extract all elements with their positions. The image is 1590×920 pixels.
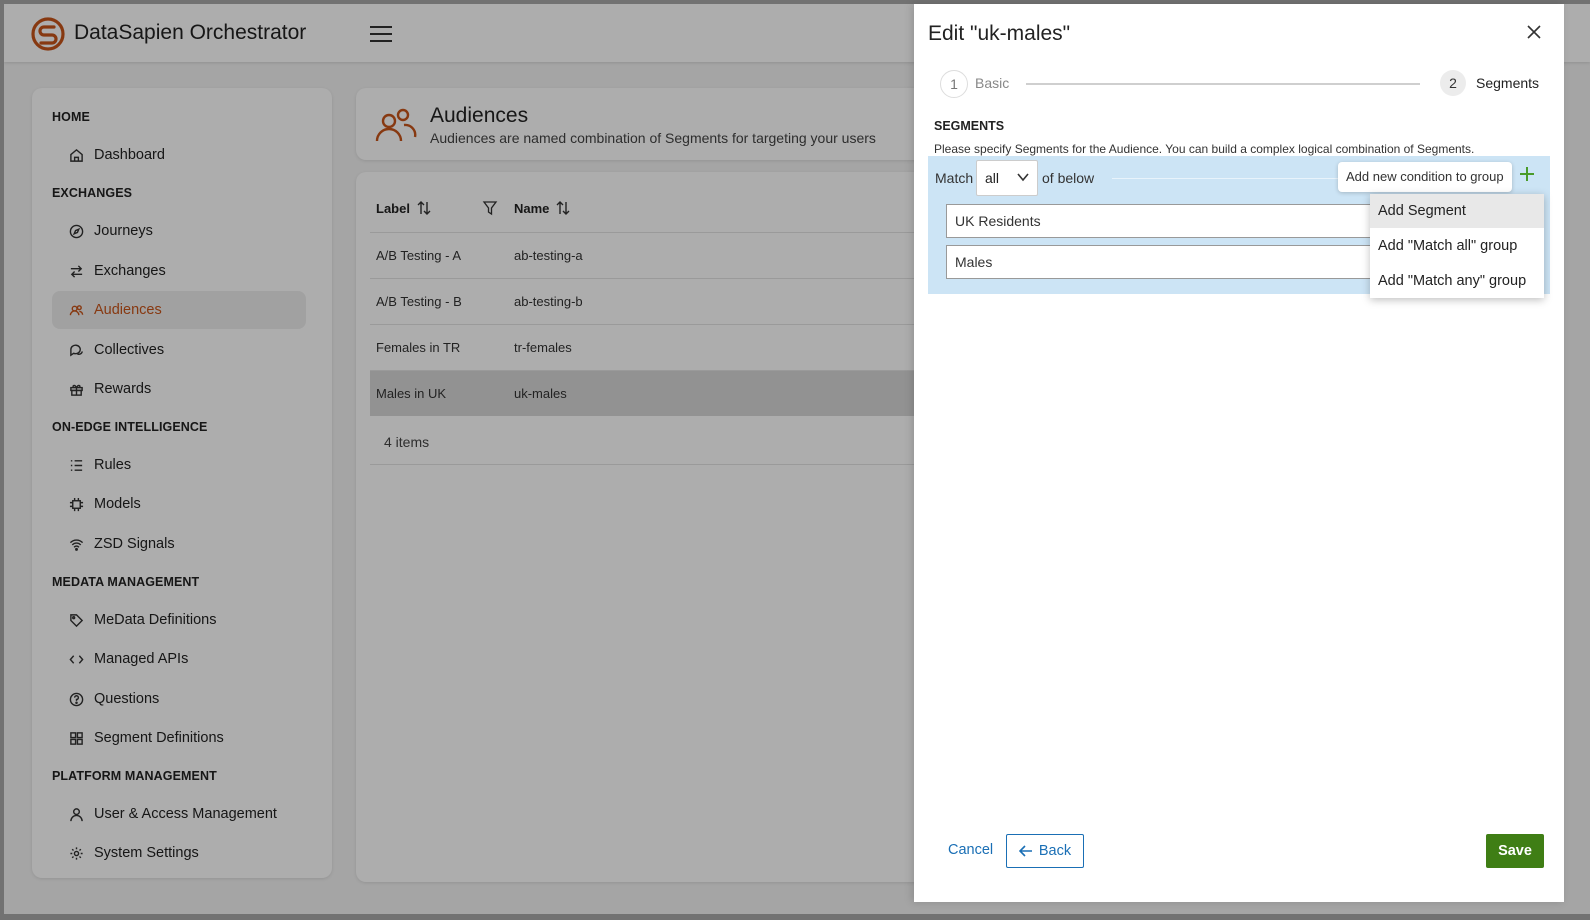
segment-condition-field[interactable]: Males <box>946 245 1388 279</box>
plus-icon <box>1520 167 1534 181</box>
close-icon <box>1527 25 1541 39</box>
arrow-left-icon <box>1018 845 1032 857</box>
match-label: Match <box>935 170 974 186</box>
add-condition-tooltip: Add new condition to group <box>1338 162 1512 192</box>
step-1-circle[interactable]: 1 <box>940 70 968 98</box>
step-connector <box>1026 83 1420 85</box>
segment-condition-value: Males <box>955 254 993 270</box>
edit-audience-panel: Edit "uk-males" 1 Basic 2 Segments SEGME… <box>914 4 1564 902</box>
step-2-label[interactable]: Segments <box>1476 75 1539 91</box>
of-below-label: of below <box>1042 170 1095 186</box>
close-button[interactable] <box>1526 24 1546 44</box>
panel-title: Edit "uk-males" <box>928 22 1071 45</box>
match-select[interactable]: all <box>976 160 1038 196</box>
group-divider <box>1112 178 1352 179</box>
add-condition-button[interactable] <box>1518 165 1540 187</box>
segments-title: SEGMENTS <box>934 119 1005 133</box>
menu-item-add-match-any-group[interactable]: Add "Match any" group <box>1370 264 1544 298</box>
step-1-label[interactable]: Basic <box>975 75 1009 91</box>
cancel-button[interactable]: Cancel <box>948 842 993 858</box>
segment-condition-value: UK Residents <box>955 213 1041 229</box>
segment-condition-field[interactable]: UK Residents <box>946 204 1388 238</box>
chevron-down-icon <box>1017 173 1029 182</box>
menu-item-add-segment[interactable]: Add Segment <box>1370 194 1544 228</box>
back-button-label: Back <box>1038 843 1072 859</box>
add-condition-menu: Add Segment Add "Match all" group Add "M… <box>1370 194 1544 298</box>
step-2-circle[interactable]: 2 <box>1440 70 1466 96</box>
save-button[interactable]: Save <box>1486 834 1544 868</box>
segments-description: Please specify Segments for the Audience… <box>934 142 1475 156</box>
back-button[interactable]: Back <box>1006 834 1084 868</box>
menu-item-add-match-all-group[interactable]: Add "Match all" group <box>1370 229 1544 263</box>
match-select-value: all <box>985 170 1000 186</box>
